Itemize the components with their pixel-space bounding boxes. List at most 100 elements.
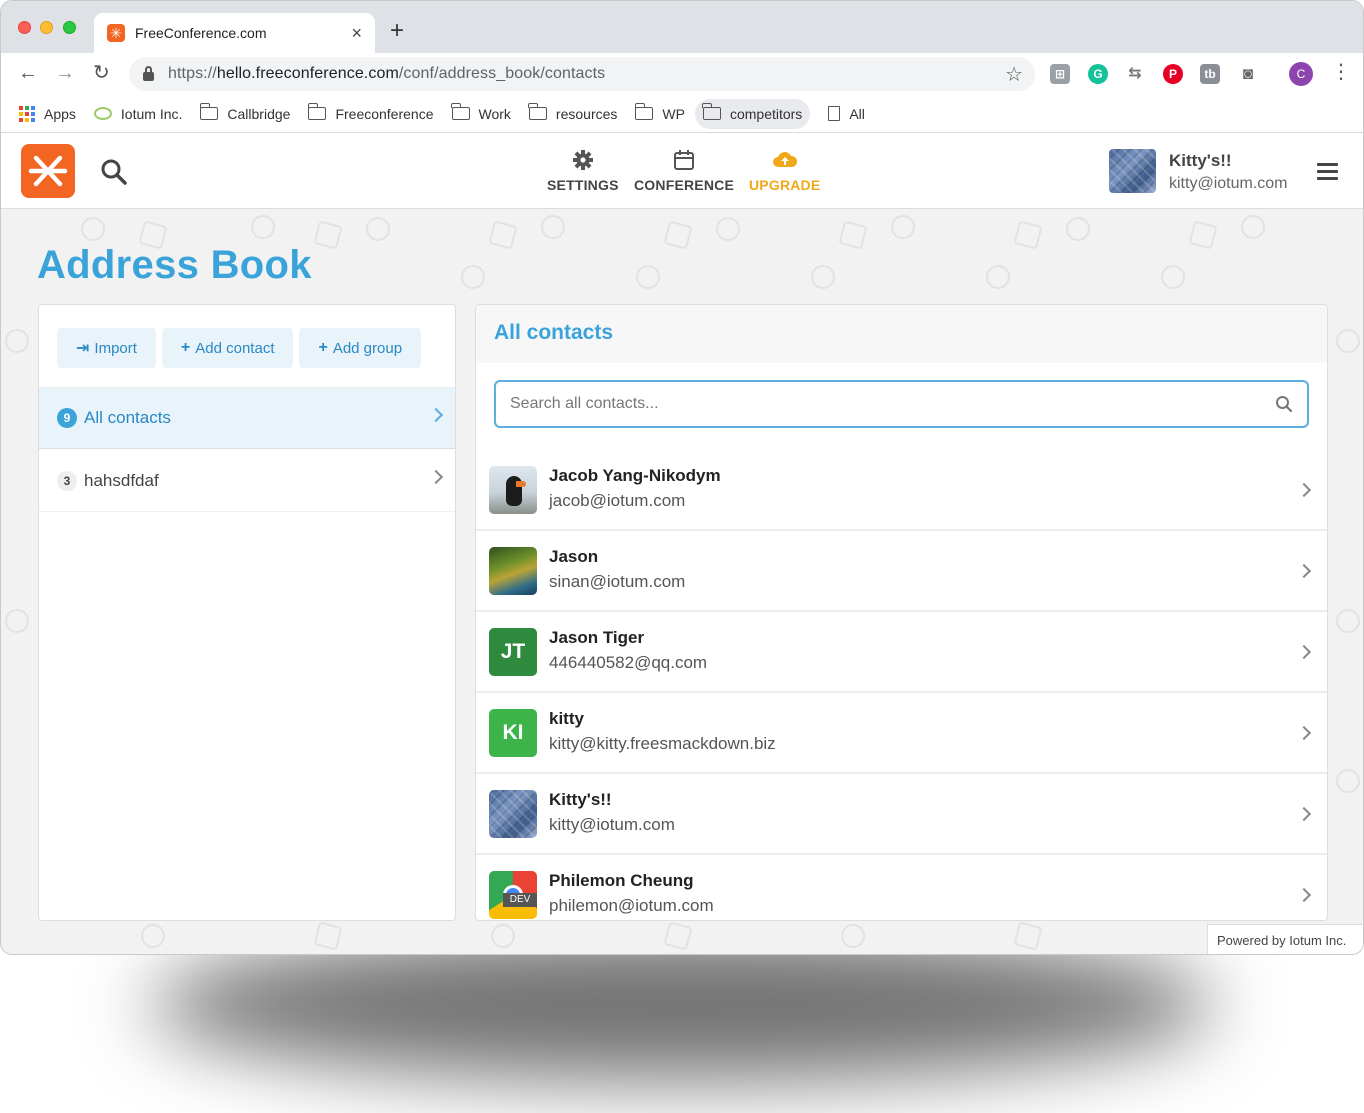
add-group-label: Add group <box>332 339 403 357</box>
freeconference-logo[interactable] <box>21 144 75 198</box>
bookmark-work[interactable]: Work <box>450 99 511 129</box>
zoom-window-button[interactable] <box>63 21 76 34</box>
chevron-right-icon <box>428 407 444 423</box>
contact-name: Jacob Yang-Nikodym <box>549 466 721 485</box>
tab-strip: ✳ FreeConference.com × + <box>1 1 1363 53</box>
action-buttons: ⇥ Import + Add contact + Add group <box>57 328 422 368</box>
nav-conference[interactable]: CONFERENCE <box>634 149 734 193</box>
group-hahsdfdaf[interactable]: 3 hahsdfdaf <box>39 450 455 512</box>
camera-icon[interactable]: ◙ <box>1238 64 1258 84</box>
add-contact-label: Add contact <box>195 339 275 357</box>
contact-email: kitty@iotum.com <box>549 815 675 834</box>
plus-icon: + <box>318 339 328 356</box>
bookmark-star-icon[interactable]: ☆ <box>1005 62 1023 87</box>
user-avatar[interactable] <box>1109 149 1156 193</box>
chevron-right-icon <box>1296 482 1312 498</box>
freeconference-favicon-icon: ✳ <box>107 24 125 42</box>
contact-initials-avatar: KI <box>489 709 537 757</box>
contact-email: 446440582@qq.com <box>549 653 708 672</box>
url-host: hello.freeconference.com <box>216 65 399 82</box>
folder-icon <box>199 103 219 120</box>
apps-grid-icon <box>19 105 35 122</box>
search-icon[interactable] <box>100 158 128 186</box>
bookmark-label: competitors <box>729 105 803 122</box>
grammarly-icon[interactable]: G <box>1088 64 1108 84</box>
add-group-button[interactable]: + Add group <box>299 328 422 368</box>
extension-arrows-icon[interactable]: ⇆ <box>1125 64 1145 84</box>
new-tab-icon[interactable]: + <box>390 19 404 43</box>
calendar-icon <box>674 150 694 170</box>
contact-name: kitty <box>549 709 584 728</box>
contact-list: Jacob Yang-Nikodym jacob@iotum.com Jason… <box>476 450 1327 920</box>
bookmark-label: resources <box>555 105 618 122</box>
hamburger-menu-icon[interactable] <box>1317 163 1338 184</box>
bookmark-label: Apps <box>44 105 76 122</box>
main-content: Address Book ⇥ Import + Add contact + Ad… <box>1 209 1363 954</box>
tab-title: FreeConference.com <box>135 25 267 41</box>
reload-icon[interactable]: ↻ <box>93 61 110 85</box>
contact-row[interactable]: Jason sinan@iotum.com <box>476 531 1327 612</box>
minimize-window-button[interactable] <box>40 21 53 34</box>
contacts-panel: All contacts Jacob Yang-Nikodym jacob@io… <box>475 304 1328 921</box>
bookmark-wp[interactable]: WP <box>634 99 685 129</box>
bookmark-all[interactable]: All <box>828 99 865 129</box>
contact-name: Jason Tiger <box>549 628 645 647</box>
sign-in-icon: ⇥ <box>76 340 90 357</box>
group-name: hahsdfdaf <box>84 470 159 490</box>
extension-grid-icon[interactable]: ⊞ <box>1050 64 1070 84</box>
contact-row[interactable]: Jacob Yang-Nikodym jacob@iotum.com <box>476 450 1327 531</box>
chevron-right-icon <box>1296 887 1312 903</box>
import-button[interactable]: ⇥ Import <box>57 328 156 368</box>
powered-by[interactable]: Powered by Iotum Inc. <box>1207 924 1363 954</box>
folder-icon <box>528 103 547 120</box>
address-bar[interactable]: https://hello.freeconference.com/conf/ad… <box>129 57 1035 91</box>
app-header: SETTINGS CONFERENCE UPGRADE Kitty's!! ki… <box>1 133 1363 209</box>
lock-icon <box>143 65 154 81</box>
contact-row[interactable]: DEV Philemon Cheung philemon@iotum.com <box>476 855 1327 920</box>
pinterest-icon[interactable]: P <box>1163 64 1183 84</box>
bookmark-resources[interactable]: resources <box>528 99 618 129</box>
contact-row[interactable]: JT Jason Tiger 446440582@qq.com <box>476 612 1327 693</box>
chevron-right-icon <box>428 469 444 485</box>
group-all-contacts[interactable]: 9 All contacts <box>39 387 455 449</box>
bookmark-label: Iotum Inc. <box>120 105 183 122</box>
folder-icon <box>307 103 327 120</box>
bookmark-freeconference[interactable]: Freeconference <box>307 99 434 129</box>
bookmark-label: WP <box>662 105 685 122</box>
extension-tb-icon[interactable]: tb <box>1200 64 1220 84</box>
contact-row[interactable]: KI kitty kitty@kitty.freesmackdown.biz <box>476 693 1327 774</box>
group-count-badge: 3 <box>57 470 77 491</box>
bookmark-label: Freeconference <box>335 105 434 122</box>
close-window-button[interactable] <box>18 21 31 34</box>
chevron-right-icon <box>1296 725 1312 741</box>
browser-window: ✳ FreeConference.com × + ← → ↻ https://h… <box>0 0 1364 955</box>
import-label: Import <box>94 339 137 357</box>
bookmark-iotum[interactable]: Iotum Inc. <box>93 99 183 129</box>
tab-close-icon[interactable]: × <box>351 23 362 44</box>
forward-icon[interactable]: → <box>55 61 75 85</box>
chevron-right-icon <box>1296 644 1312 660</box>
contact-initials-avatar: JT <box>489 628 537 676</box>
profile-avatar[interactable]: C <box>1289 62 1313 86</box>
browser-tab[interactable]: ✳ FreeConference.com × <box>94 13 375 53</box>
url-path: /conf/address_book/contacts <box>398 65 606 82</box>
add-contact-button[interactable]: + Add contact <box>161 328 294 368</box>
bookmark-competitors[interactable]: competitors <box>694 98 811 129</box>
contact-avatar <box>489 466 537 514</box>
bookmark-apps[interactable]: Apps <box>19 99 76 129</box>
folder-icon <box>702 103 721 120</box>
browser-toolbar: ← → ↻ https://hello.freeconference.com/c… <box>1 53 1363 95</box>
back-icon[interactable]: ← <box>18 61 38 85</box>
contact-email: kitty@kitty.freesmackdown.biz <box>549 734 776 753</box>
page-icon <box>828 106 841 121</box>
nav-settings[interactable]: SETTINGS <box>547 149 619 193</box>
search-icon[interactable] <box>1275 395 1293 413</box>
nav-upgrade[interactable]: UPGRADE <box>749 149 820 193</box>
gear-icon <box>572 150 593 170</box>
contact-row[interactable]: Kitty's!! kitty@iotum.com <box>476 774 1327 855</box>
contact-search <box>494 380 1309 428</box>
bookmark-callbridge[interactable]: Callbridge <box>199 99 290 129</box>
search-input[interactable] <box>510 395 1275 413</box>
nav-upgrade-label: UPGRADE <box>749 177 821 193</box>
browser-menu-icon[interactable]: ⋮ <box>1331 62 1351 82</box>
